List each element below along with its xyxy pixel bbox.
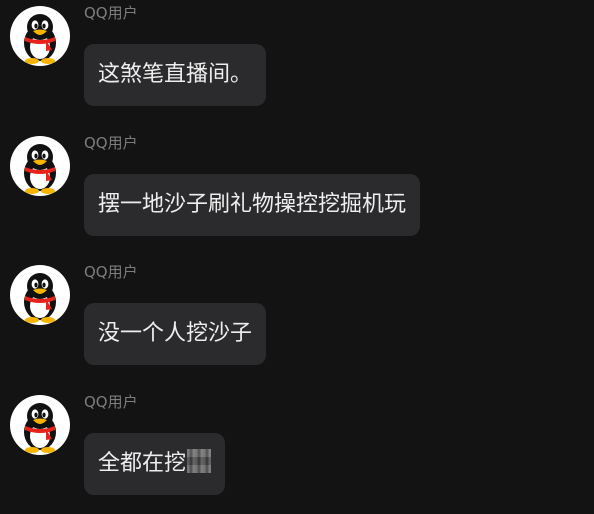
message-text: 这煞笔直播间。 [98, 62, 253, 87]
message-text: 全都在挖 [98, 451, 187, 476]
message-text: 没一个人挖沙子 [98, 321, 253, 346]
chat-message: QQ用户 全都在挖 [0, 389, 594, 514]
message-bubble[interactable]: 没一个人挖沙子 [84, 303, 267, 365]
sender-name: QQ用户 [84, 4, 138, 22]
qq-penguin-icon[interactable] [10, 265, 70, 325]
message-text: 摆一地沙子刷礼物操控挖掘机玩 [98, 192, 407, 217]
message-bubble[interactable]: 摆一地沙子刷礼物操控挖掘机玩 [84, 174, 421, 236]
mosaic-censor [187, 449, 212, 473]
sender-name: QQ用户 [84, 393, 138, 411]
sender-name: QQ用户 [84, 134, 138, 152]
message-bubble[interactable]: 全都在挖 [84, 433, 226, 495]
sender-name: QQ用户 [84, 263, 138, 281]
chat-message-list: QQ用户 这煞笔直播间。 QQ用户 摆一地沙子刷礼物操控挖掘机玩 QQ用户 没一… [0, 0, 594, 505]
chat-message: QQ用户 摆一地沙子刷礼物操控挖掘机玩 [0, 130, 594, 255]
message-bubble[interactable]: 这煞笔直播间。 [84, 44, 267, 106]
chat-message: QQ用户 没一个人挖沙子 [0, 259, 594, 384]
qq-penguin-icon[interactable] [10, 6, 70, 66]
qq-penguin-icon[interactable] [10, 136, 70, 196]
qq-penguin-icon[interactable] [10, 395, 70, 455]
chat-message: QQ用户 这煞笔直播间。 [0, 0, 594, 125]
